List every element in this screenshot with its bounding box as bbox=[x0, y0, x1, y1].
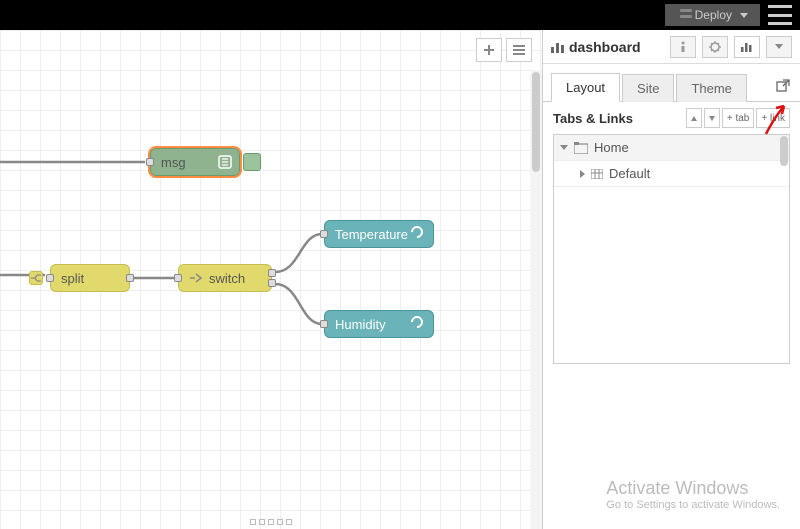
add-button[interactable] bbox=[476, 38, 502, 62]
node-debug-msg[interactable]: msg bbox=[150, 148, 240, 176]
tab-layout[interactable]: Layout bbox=[551, 73, 620, 102]
canvas-toolbar bbox=[476, 38, 532, 62]
tree-item-label: Default bbox=[609, 166, 650, 181]
node-port-output[interactable] bbox=[126, 274, 134, 282]
hamburger-menu-button[interactable] bbox=[768, 5, 792, 25]
chevron-down-icon bbox=[560, 145, 568, 150]
gauge-icon bbox=[411, 316, 427, 332]
node-label: Temperature bbox=[335, 227, 408, 242]
add-link-button[interactable]: + link bbox=[756, 108, 790, 128]
flow-canvas[interactable]: msg split switch Temperature bbox=[0, 30, 542, 529]
section-title: Tabs & Links bbox=[553, 111, 684, 126]
collapse-all-button[interactable] bbox=[704, 108, 720, 128]
deploy-label: Deploy bbox=[695, 8, 732, 22]
node-split[interactable]: split bbox=[50, 264, 130, 292]
node-gauge-temperature[interactable]: Temperature bbox=[324, 220, 434, 248]
node-label: Humidity bbox=[335, 317, 386, 332]
node-port-input[interactable] bbox=[146, 158, 154, 166]
tree-item-default[interactable]: Default bbox=[554, 161, 789, 187]
sidebar-header: dashboard bbox=[543, 30, 800, 64]
dashboard-tree: Home Default bbox=[553, 134, 790, 364]
node-switch[interactable]: switch bbox=[178, 264, 272, 292]
top-bar: Deploy bbox=[0, 0, 800, 30]
canvas-navigator[interactable] bbox=[250, 519, 292, 525]
node-label: switch bbox=[209, 271, 245, 286]
canvas-scrollbar-vertical[interactable] bbox=[530, 70, 542, 529]
switch-icon bbox=[189, 271, 203, 285]
debug-icon bbox=[217, 154, 233, 170]
chevron-right-icon bbox=[580, 170, 585, 178]
node-label: split bbox=[61, 271, 84, 286]
deploy-button[interactable]: Deploy bbox=[665, 4, 760, 26]
node-port-output-1[interactable] bbox=[268, 269, 276, 277]
node-port-input[interactable] bbox=[46, 274, 54, 282]
tree-scrollbar[interactable] bbox=[780, 136, 788, 166]
expand-all-button[interactable] bbox=[686, 108, 702, 128]
dashboard-tabs: Layout Site Theme bbox=[543, 64, 800, 102]
windows-activation-watermark: Activate Windows Go to Settings to activ… bbox=[606, 478, 780, 511]
tabs-links-section: Tabs & Links + tab + link bbox=[543, 102, 800, 134]
node-port-input[interactable] bbox=[320, 320, 328, 328]
split-icon bbox=[29, 271, 43, 285]
node-status-toggle[interactable] bbox=[243, 153, 261, 171]
node-port-input[interactable] bbox=[174, 274, 182, 282]
chevron-down-icon bbox=[775, 44, 783, 49]
tree-item-home[interactable]: Home bbox=[554, 135, 789, 161]
sidebar-panel: dashboard Layout Site Theme Tabs & Links… bbox=[542, 30, 800, 529]
list-view-button[interactable] bbox=[506, 38, 532, 62]
deploy-icon bbox=[673, 9, 687, 21]
chevron-down-icon bbox=[740, 13, 748, 18]
dashboard-tab-button[interactable] bbox=[734, 36, 760, 58]
group-icon bbox=[591, 169, 603, 179]
node-gauge-humidity[interactable]: Humidity bbox=[324, 310, 434, 338]
debug-tab-button[interactable] bbox=[702, 36, 728, 58]
tab-site[interactable]: Site bbox=[622, 74, 674, 102]
node-port-output-2[interactable] bbox=[268, 279, 276, 287]
bar-chart-icon bbox=[551, 41, 565, 53]
gauge-icon bbox=[411, 226, 427, 242]
info-tab-button[interactable] bbox=[670, 36, 696, 58]
node-label: msg bbox=[161, 155, 186, 170]
node-port-input[interactable] bbox=[320, 230, 328, 238]
add-tab-button[interactable]: + tab bbox=[722, 108, 755, 128]
sidebar-dropdown-button[interactable] bbox=[766, 36, 792, 58]
sidebar-title: dashboard bbox=[551, 39, 664, 55]
tree-item-label: Home bbox=[594, 140, 629, 155]
tab-theme[interactable]: Theme bbox=[676, 74, 746, 102]
open-dashboard-button[interactable] bbox=[776, 79, 792, 95]
tab-icon bbox=[574, 142, 588, 154]
